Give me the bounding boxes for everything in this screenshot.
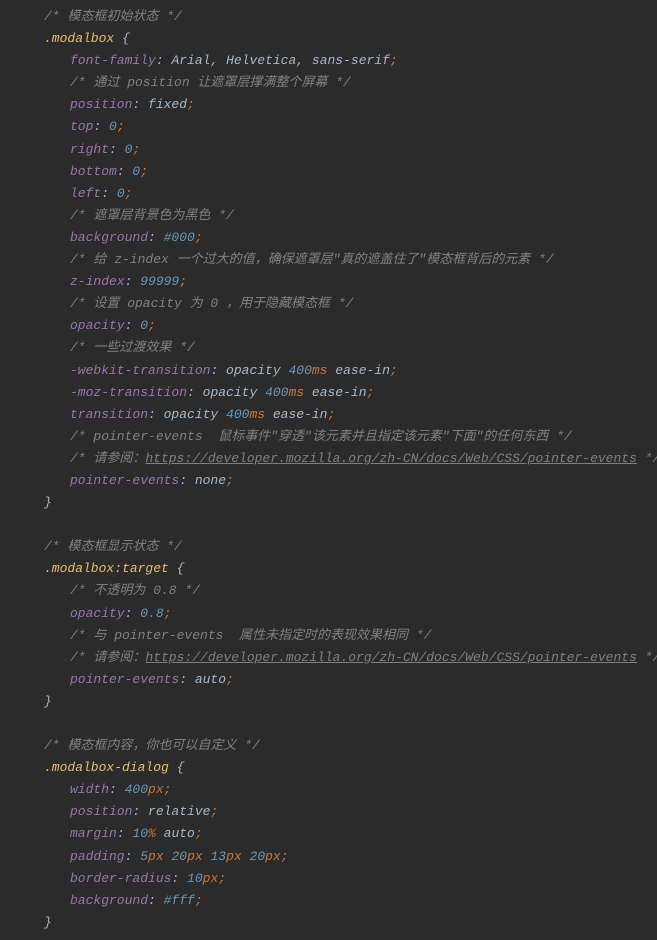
code-line: -webkit-transition: opacity 400ms ease-i… <box>18 360 657 382</box>
code-line: background: #fff; <box>18 890 657 912</box>
code-line: pointer-events: none; <box>18 470 657 492</box>
code-line: /* 与 pointer-events 属性未指定时的表现效果相同 */ <box>18 625 657 647</box>
code-line: border-radius: 10px; <box>18 868 657 890</box>
code-line: opacity: 0.8; <box>18 603 657 625</box>
code-line: position: relative; <box>18 801 657 823</box>
code-line: /* 不透明为 0.8 */ <box>18 580 657 602</box>
code-line: /* 模态框初始状态 */ <box>18 6 657 28</box>
code-line: } <box>18 492 657 514</box>
code-line: /* pointer-events 鼠标事件"穿透"该元素并且指定该元素"下面"… <box>18 426 657 448</box>
code-line: /* 请参阅：https://developer.mozilla.org/zh-… <box>18 647 657 669</box>
code-line: z-index: 99999; <box>18 271 657 293</box>
code-line: /* 设置 opacity 为 0 ，用于隐藏模态框 */ <box>18 293 657 315</box>
code-line: /* 模态框显示状态 */ <box>18 536 657 558</box>
code-line: /* 遮罩层背景色为黑色 */ <box>18 205 657 227</box>
code-line: width: 400px; <box>18 779 657 801</box>
code-line: -moz-transition: opacity 400ms ease-in; <box>18 382 657 404</box>
code-line: /* 模态框内容，你也可以自定义 */ <box>18 735 657 757</box>
code-line: /* 通过 position 让遮罩层撑满整个屏幕 */ <box>18 72 657 94</box>
code-line: } <box>18 691 657 713</box>
code-line: bottom: 0; <box>18 161 657 183</box>
code-line: top: 0; <box>18 116 657 138</box>
code-line: .modalbox-dialog { <box>18 757 657 779</box>
code-line: padding: 5px 20px 13px 20px; <box>18 846 657 868</box>
code-line: margin: 10% auto; <box>18 823 657 845</box>
code-line: background: #000; <box>18 227 657 249</box>
code-line <box>18 713 657 735</box>
code-line: transition: opacity 400ms ease-in; <box>18 404 657 426</box>
code-line: pointer-events: auto; <box>18 669 657 691</box>
code-line: opacity: 0; <box>18 315 657 337</box>
code-line: .modalbox:target { <box>18 558 657 580</box>
code-line <box>18 514 657 536</box>
code-line: position: fixed; <box>18 94 657 116</box>
code-line: /* 一些过渡效果 */ <box>18 337 657 359</box>
code-line: font-family: Arial, Helvetica, sans-seri… <box>18 50 657 72</box>
code-line: right: 0; <box>18 139 657 161</box>
code-line: } <box>18 912 657 934</box>
code-line: /* 给 z-index 一个过大的值，确保遮罩层"真的遮盖住了"模态框背后的元… <box>18 249 657 271</box>
code-line: left: 0; <box>18 183 657 205</box>
code-line: .modalbox { <box>18 28 657 50</box>
code-line: /* 请参阅：https://developer.mozilla.org/zh-… <box>18 448 657 470</box>
code-block: /* 模态框初始状态 */.modalbox {font-family: Ari… <box>18 6 657 934</box>
